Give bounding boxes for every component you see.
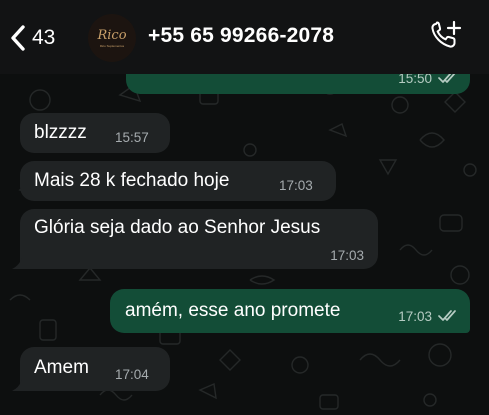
message-time: 17:04 (115, 367, 149, 382)
message-text: blzzzz (34, 122, 87, 143)
message-bubble-incoming[interactable]: Mais 28 k fechado hoje 17:03 (20, 161, 336, 201)
contact-name[interactable]: +55 65 99266-2078 (148, 24, 334, 48)
message-text: Amem (34, 357, 89, 378)
chevron-left-icon (10, 25, 26, 51)
back-button[interactable]: 43 (10, 18, 55, 58)
avatar-subtitle: Rico Suplementos (99, 43, 125, 48)
message-bubble-incoming[interactable]: Glória seja dado ao Senhor Jesus 17:03 (20, 209, 378, 269)
unread-count: 43 (32, 26, 56, 49)
message-time: 17:03 (398, 309, 432, 324)
double-check-icon (438, 310, 456, 321)
message-time: 15:57 (115, 130, 149, 145)
bubble-tail (12, 257, 26, 269)
message-text: amém, esse ano promete (125, 300, 341, 321)
avatar[interactable]: Rico Rico Suplementos (88, 14, 136, 62)
message-bubble-incoming[interactable]: Amem 17:04 (20, 347, 170, 391)
message-time: 17:03 (279, 178, 313, 193)
chat-screen: 43 Rico Rico Suplementos +55 65 99266-20… (0, 0, 489, 415)
message-bubble-outgoing[interactable]: amém, esse ano promete 17:03 (110, 289, 470, 333)
call-button[interactable] (429, 20, 463, 57)
message-time: 17:03 (330, 248, 364, 263)
message-text: Mais 28 k fechado hoje (34, 170, 230, 191)
message-text: Glória seja dado ao Senhor Jesus (34, 217, 321, 238)
phone-add-icon (429, 20, 463, 56)
avatar-logo: Rico (97, 27, 127, 43)
bubble-tail (12, 379, 26, 391)
message-bubble-incoming[interactable]: blzzzz 15:57 (20, 113, 170, 153)
chat-header: 43 Rico Rico Suplementos +55 65 99266-20… (0, 0, 489, 74)
